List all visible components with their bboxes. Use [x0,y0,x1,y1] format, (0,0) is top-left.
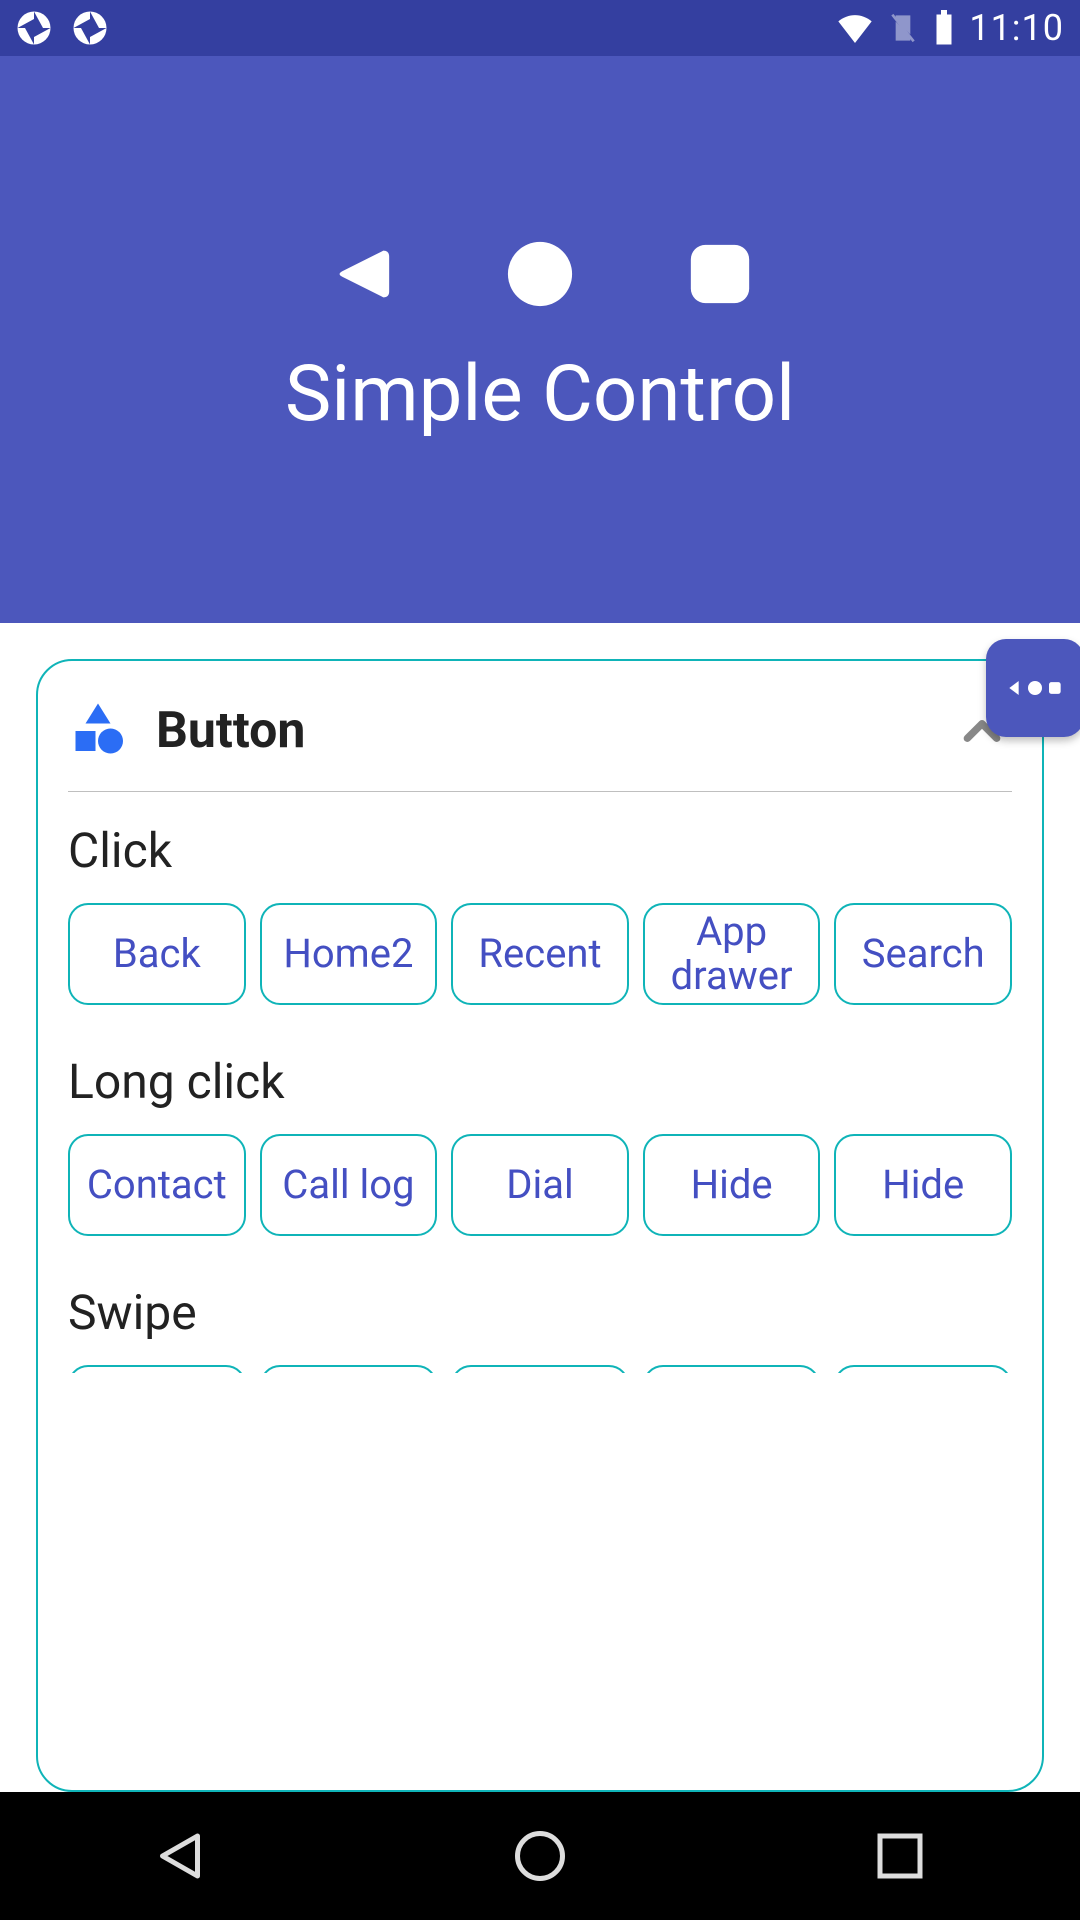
chip-recent[interactable]: Recent [451,903,629,1005]
chip-row-swipe-peek [68,1365,1012,1373]
status-bar: 11:10 [0,0,1080,56]
header-panel: Simple Control [0,56,1080,623]
chip-peek[interactable] [643,1365,821,1373]
shapes-icon [68,701,128,761]
chip-label: Recent [478,932,601,976]
battery-icon [931,10,957,46]
chip-peek[interactable] [451,1365,629,1373]
aperture-icon [72,10,108,46]
nav-home-button[interactable] [510,1826,570,1886]
chip-back[interactable]: Back [68,903,246,1005]
chip-contact[interactable]: Contact [68,1134,246,1236]
wifi-icon [835,8,875,48]
aperture-icon [16,10,52,46]
card-title: Button [156,702,305,760]
header-icons [325,239,755,309]
chip-home2[interactable]: Home2 [260,903,438,1005]
system-navbar [0,1792,1080,1920]
chip-hide-2[interactable]: Hide [834,1134,1012,1236]
section-label-longclick: Long click [68,1053,1012,1110]
chip-label: Home2 [283,932,413,976]
status-left [16,10,108,46]
chip-row-longclick: Contact Call log Dial Hide Hide [68,1134,1012,1236]
home-circle-icon [505,239,575,309]
mini-nav-icon [1007,678,1063,698]
chip-label: App drawer [653,910,811,998]
recent-square-icon [685,239,755,309]
card-header[interactable]: Button [68,701,1012,792]
floating-control-button[interactable] [986,639,1080,737]
chip-label: Call log [282,1163,414,1207]
chip-call-log[interactable]: Call log [260,1134,438,1236]
nav-recent-icon [870,1826,930,1886]
nav-back-button[interactable] [150,1826,210,1886]
nav-home-icon [510,1826,570,1886]
chip-label: Back [113,932,201,976]
chip-peek[interactable] [260,1365,438,1373]
chip-label: Search [862,932,985,976]
nav-back-icon [150,1826,210,1886]
chip-label: Contact [87,1163,227,1207]
back-triangle-icon [325,239,395,309]
section-label-click: Click [68,822,1012,879]
chip-search[interactable]: Search [834,903,1012,1005]
chip-row-click: Back Home2 Recent App drawer Search [68,903,1012,1005]
chip-label: Dial [506,1163,573,1207]
button-card: Button Click Back Home2 Recent App drawe… [36,659,1044,1792]
header-title: Simple Control [285,349,795,440]
chip-hide-1[interactable]: Hide [643,1134,821,1236]
section-label-swipe: Swipe [68,1284,1012,1341]
nav-recent-button[interactable] [870,1826,930,1886]
chip-peek[interactable] [834,1365,1012,1373]
status-right: 11:10 [835,7,1064,49]
chip-peek[interactable] [68,1365,246,1373]
sim-icon [887,10,919,46]
chip-app-drawer[interactable]: App drawer [643,903,821,1005]
chip-label: Hide [882,1163,964,1207]
chip-label: Hide [691,1163,773,1207]
content-area: Button Click Back Home2 Recent App drawe… [0,623,1080,1792]
chip-dial[interactable]: Dial [451,1134,629,1236]
status-time: 11:10 [969,7,1064,49]
